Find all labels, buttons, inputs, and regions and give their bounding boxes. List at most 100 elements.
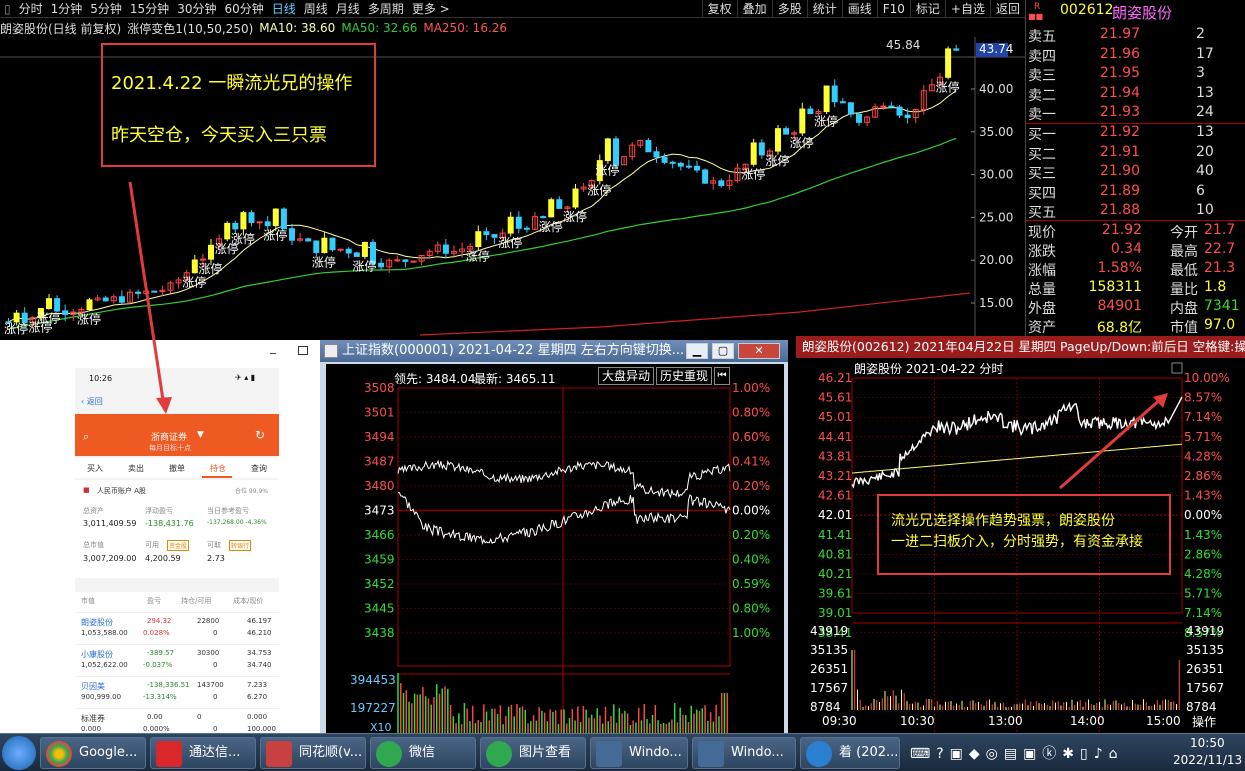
- start-button[interactable]: [2, 736, 36, 770]
- tray-icons[interactable]: ⌨?▣◆◎▤▣ⓚ✱▯♪⌂: [910, 743, 1124, 763]
- holdings-col-header[interactable]: 市值: [81, 596, 95, 606]
- refresh-icon[interactable]: ↻: [255, 428, 265, 442]
- clock-date[interactable]: 2022/11/13: [1173, 753, 1242, 767]
- limit-up-label: 涨停: [587, 183, 611, 198]
- menu-icon[interactable]: ▯: [0, 2, 15, 16]
- broker-name[interactable]: 浙商证券: [151, 430, 187, 443]
- holdings-col-header[interactable]: 持仓/可用: [181, 596, 211, 606]
- holding-row[interactable]: 标准券 0.000 0.00 0.000% 0 0 0.000 100.000: [75, 708, 279, 733]
- period-tab[interactable]: 15分钟: [126, 0, 173, 17]
- index-intraday-chart[interactable]: 3508 1.00% 3501 0.80% 3494 0.60% 3487 0.41% 3480…: [326, 364, 784, 733]
- ask-row[interactable]: 卖一 21.93 24: [1026, 104, 1245, 124]
- taskbar-item[interactable]: Google...: [40, 737, 146, 769]
- taskbar-item[interactable]: Windo...: [692, 737, 796, 769]
- holding-row[interactable]: 贝因美 900,999.00 -138,336.51 -13.314% 143700 0 7…: [75, 676, 279, 706]
- candle: [378, 262, 385, 268]
- holdings-col-header[interactable]: 盈亏: [147, 596, 161, 606]
- trade-tab[interactable]: 撤单: [169, 463, 185, 474]
- holding-row[interactable]: 朗姿股份 1,053,588.00 294.32 0.028% 22800 0 46.197…: [75, 612, 279, 642]
- intraday-window-titlebar[interactable]: 朗姿股份(002612) 2021年04月22日 星期四 PageUp/Down…: [796, 336, 1245, 358]
- indicator-name[interactable]: 涨停变色1(10,50,250): [127, 20, 253, 37]
- tool-button[interactable]: 统计: [806, 0, 842, 18]
- candle: [839, 101, 846, 104]
- bid-volume: 6: [1196, 182, 1205, 199]
- taskbar-item[interactable]: 通达信...: [150, 737, 256, 769]
- float-pl-label: 浮动盈亏: [145, 507, 173, 515]
- taskbar-item[interactable]: Windo...: [590, 737, 688, 769]
- ask-price: 21.93: [1099, 104, 1140, 120]
- y-left-label: 45.01: [818, 410, 852, 424]
- taskbar-item[interactable]: 同花顺(v...: [260, 737, 366, 769]
- tool-button[interactable]: 多股: [771, 0, 807, 18]
- holding-pl: 294.32: [147, 617, 172, 625]
- expand-icon[interactable]: [1171, 362, 1183, 374]
- stat-value: 84901: [1097, 298, 1142, 314]
- period-tab[interactable]: 1分钟: [47, 0, 87, 17]
- period-tab[interactable]: 60分钟: [220, 0, 267, 17]
- limit-up-label: 涨停: [263, 228, 287, 243]
- tool-button[interactable]: 标记: [909, 0, 945, 18]
- period-tab-daily[interactable]: 日线: [268, 0, 300, 17]
- candle: [540, 216, 547, 219]
- maximize-button[interactable]: ▢: [712, 343, 734, 359]
- withdraw-tag[interactable]: 转银行: [229, 540, 252, 551]
- limit-up-label: 涨停: [466, 249, 490, 264]
- period-tabs: ▯ 分时 1分钟 5分钟 15分钟 30分钟 60分钟 日线 周线 月线 多周期…: [0, 0, 454, 18]
- ask-row[interactable]: 卖四 21.96 17: [1026, 46, 1245, 66]
- period-tab[interactable]: 分时: [15, 0, 47, 17]
- stat-value: 21.3: [1204, 260, 1236, 276]
- search-icon[interactable]: ⌕: [83, 430, 89, 444]
- period-tab[interactable]: 5分钟: [86, 0, 126, 17]
- available-tag[interactable]: 资金股: [167, 540, 190, 551]
- period-tab[interactable]: 30分钟: [173, 0, 220, 17]
- limit-up-candle: [604, 138, 611, 162]
- tool-button[interactable]: 复权: [701, 0, 737, 18]
- chevron-down-icon[interactable]: ▼: [197, 430, 204, 440]
- taskbar-item[interactable]: 着 (202...: [800, 737, 900, 769]
- period-tab[interactable]: 多周期: [364, 0, 408, 17]
- bid-row[interactable]: 买一 21.92 13: [1026, 124, 1245, 144]
- ask-row[interactable]: 卖五 21.97 2: [1026, 26, 1245, 46]
- stat-label: 内盘: [1170, 301, 1198, 317]
- candle: [661, 156, 668, 163]
- taskbar-item[interactable]: 图片查看: [480, 737, 586, 769]
- trade-tab[interactable]: 持仓: [210, 463, 226, 474]
- trade-tab[interactable]: 查询: [251, 463, 267, 474]
- trade-tab[interactable]: 卖出: [128, 463, 144, 474]
- divider: [1026, 220, 1245, 221]
- back-link[interactable]: ‹ 返回: [81, 396, 103, 407]
- y-left-label: 42.01: [818, 508, 852, 522]
- ask-row[interactable]: 卖二 21.94 13: [1026, 85, 1245, 105]
- taskbar-item-label: Google...: [79, 745, 138, 760]
- tool-button[interactable]: F10: [876, 0, 910, 18]
- holding-available: 0: [213, 661, 218, 669]
- period-tab[interactable]: 周线: [300, 0, 332, 17]
- tool-button[interactable]: 返回: [989, 0, 1025, 18]
- bid-row[interactable]: 买三 21.90 40: [1026, 163, 1245, 183]
- volume-unit: X10: [370, 721, 392, 733]
- ask-row[interactable]: 卖三 21.95 3: [1026, 65, 1245, 85]
- maximize-icon[interactable]: [298, 346, 308, 355]
- y-left-label: 39.61: [818, 587, 852, 601]
- clock-time[interactable]: 10:50: [1190, 736, 1225, 750]
- holdings-col-header[interactable]: 成本/现价: [233, 596, 263, 606]
- minimize-button[interactable]: ▁: [686, 343, 708, 359]
- tool-button[interactable]: 画线: [841, 0, 877, 18]
- close-button[interactable]: ✕: [738, 343, 780, 359]
- tool-button[interactable]: +自选: [944, 0, 990, 18]
- candle: [256, 221, 263, 224]
- minimize-icon[interactable]: _: [270, 341, 284, 354]
- tool-button[interactable]: 叠加: [736, 0, 772, 18]
- period-tab-more[interactable]: 更多 >: [408, 0, 454, 17]
- bid-row[interactable]: 买五 21.88 10: [1026, 202, 1245, 222]
- y-right-label: 1.00%: [732, 626, 770, 640]
- ask-price: 21.96: [1099, 45, 1140, 62]
- bid-row[interactable]: 买四 21.89 6: [1026, 183, 1245, 203]
- period-tab[interactable]: 月线: [332, 0, 364, 17]
- trade-tab[interactable]: 买入: [87, 463, 103, 474]
- holding-price: 100.000: [247, 725, 276, 733]
- bid-row[interactable]: 买二 21.91 20: [1026, 144, 1245, 164]
- operation-button[interactable]: 操作: [1192, 713, 1216, 730]
- holding-row[interactable]: 小康股份 1,052,622.00 -389.57 -0.037% 30300 0 34.7…: [75, 644, 279, 674]
- taskbar-item[interactable]: 微信: [370, 737, 476, 769]
